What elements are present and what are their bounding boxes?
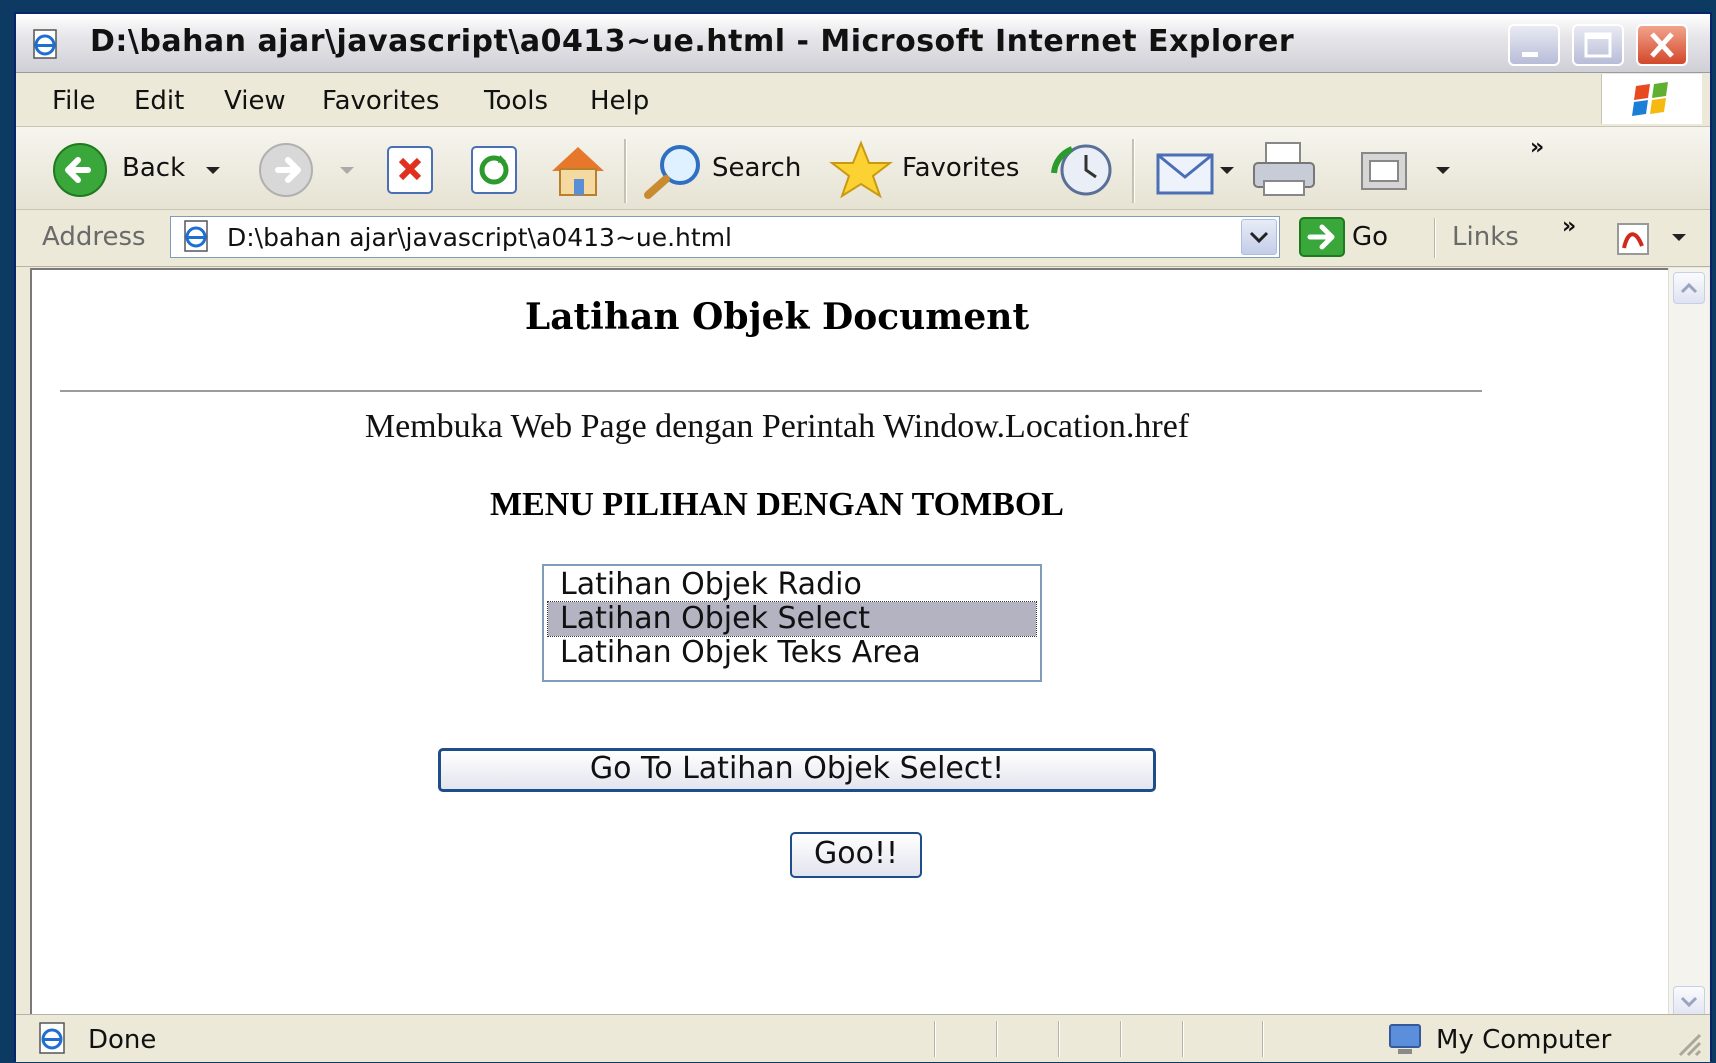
status-separator (1120, 1021, 1122, 1057)
back-button[interactable] (50, 143, 110, 201)
go-arrow-icon (1299, 217, 1345, 257)
listbox-option[interactable]: Latihan Objek Radio (548, 568, 1036, 602)
print-button[interactable] (1250, 141, 1320, 203)
edit-dropdown-icon[interactable] (1436, 167, 1450, 174)
address-dropdown-button[interactable] (1241, 219, 1277, 255)
search-label[interactable]: Search (712, 153, 801, 183)
edit-window-icon (1361, 152, 1407, 190)
listbox-option-selected[interactable]: Latihan Objek Select (547, 601, 1037, 637)
links-overflow-icon[interactable]: » (1562, 214, 1576, 239)
home-icon (552, 147, 604, 196)
go-label[interactable]: Go (1352, 222, 1388, 252)
address-label: Address (42, 222, 146, 252)
refresh-icon (471, 146, 517, 194)
menu-edit[interactable]: Edit (134, 86, 184, 116)
go-button[interactable] (1298, 216, 1346, 262)
windows-flag-icon (1632, 82, 1668, 116)
page-icon (184, 220, 208, 252)
status-separator (1058, 1021, 1060, 1057)
maximize-button[interactable] (1572, 24, 1624, 66)
toolbar-overflow-icon[interactable]: » (1530, 135, 1544, 160)
computer-icon (1389, 1024, 1421, 1054)
address-input[interactable]: D:\bahan ajar\javascript\a0413~ue.html (170, 216, 1280, 258)
forward-arrow-icon (259, 143, 313, 197)
scroll-up-button[interactable] (1673, 272, 1705, 304)
address-bar: Address D:\bahan ajar\javascript\a0413~u… (16, 210, 1710, 267)
back-arrow-icon (53, 143, 107, 197)
page-listbox[interactable]: Latihan Objek Radio Latihan Objek Select… (542, 564, 1042, 682)
status-separator (934, 1021, 936, 1057)
maximize-icon (1584, 32, 1612, 58)
favorites-button[interactable] (828, 139, 894, 203)
history-button[interactable] (1050, 141, 1116, 203)
printer-icon (1253, 142, 1315, 196)
ie-page-icon (33, 29, 57, 59)
page-viewport: Latihan Objek Document Membuka Web Page … (30, 268, 1668, 1024)
security-zone: My Computer (1436, 1025, 1612, 1055)
pdf-button[interactable] (1614, 218, 1664, 262)
chevron-up-icon (1680, 282, 1698, 294)
toolbar-separator (1132, 139, 1135, 203)
close-button[interactable] (1636, 24, 1688, 66)
status-separator (1182, 1021, 1184, 1057)
page-subtitle: Membuka Web Page dengan Perintah Window.… (364, 408, 1190, 445)
minimize-button[interactable] (1508, 24, 1560, 66)
search-icon (644, 145, 700, 199)
toolbar-separator (624, 139, 627, 203)
pdf-dropdown-icon[interactable] (1672, 234, 1686, 241)
menu-file[interactable]: File (52, 86, 96, 116)
ie-status-icon (39, 1022, 65, 1054)
home-button[interactable] (546, 141, 610, 203)
menu-tools[interactable]: Tools (484, 86, 548, 116)
close-icon (1650, 32, 1674, 58)
horizontal-rule (60, 390, 1482, 392)
back-label[interactable]: Back (122, 153, 185, 183)
search-button[interactable] (642, 141, 708, 203)
status-separator (996, 1021, 998, 1057)
status-separator (1262, 1021, 1264, 1057)
back-dropdown-icon[interactable] (206, 167, 220, 174)
listbox-option[interactable]: Latihan Objek Teks Area (548, 636, 1036, 670)
goo-button[interactable]: Goo!! (790, 832, 922, 878)
menu-bar: File Edit View Favorites Tools Help (16, 74, 1710, 127)
vertical-scrollbar[interactable] (1668, 268, 1709, 1024)
chevron-down-icon (1680, 996, 1698, 1008)
menu-view[interactable]: View (224, 86, 286, 116)
mail-button[interactable] (1154, 145, 1216, 201)
window-title: D:\bahan ajar\javascript\a0413~ue.html -… (90, 24, 1295, 59)
windows-logo (1601, 74, 1702, 124)
forward-button[interactable] (256, 143, 316, 201)
resize-grip-icon[interactable] (1674, 1029, 1704, 1059)
stop-button[interactable] (386, 145, 436, 199)
go-to-button[interactable]: Go To Latihan Objek Select! (438, 748, 1156, 792)
page-title: Latihan Objek Document (524, 296, 1030, 338)
menu-favorites[interactable]: Favorites (322, 86, 439, 116)
history-icon (1051, 144, 1112, 196)
forward-dropdown-icon[interactable] (340, 167, 354, 174)
minimize-icon (1522, 52, 1538, 57)
mail-icon (1156, 153, 1214, 195)
menu-help[interactable]: Help (590, 86, 649, 116)
browser-window: D:\bahan ajar\javascript\a0413~ue.html -… (14, 12, 1712, 1062)
address-url[interactable]: D:\bahan ajar\javascript\a0413~ue.html (227, 223, 732, 252)
address-separator (1434, 218, 1436, 258)
favorites-label[interactable]: Favorites (902, 153, 1019, 183)
links-label[interactable]: Links (1452, 222, 1519, 252)
edit-button[interactable] (1360, 149, 1408, 197)
favorites-star-icon (829, 140, 893, 199)
pdf-icon (1617, 223, 1649, 255)
refresh-button[interactable] (470, 145, 520, 199)
title-bar[interactable]: D:\bahan ajar\javascript\a0413~ue.html -… (16, 14, 1710, 73)
stop-icon (387, 146, 433, 194)
menu-heading: MENU PILIHAN DENGAN TOMBOL (490, 486, 1064, 523)
status-text: Done (88, 1025, 157, 1055)
status-bar: Done My Computer (16, 1014, 1710, 1062)
standard-toolbar: Back Search Favorites » (16, 127, 1710, 210)
chevron-down-icon (1249, 231, 1269, 244)
mail-dropdown-icon[interactable] (1220, 167, 1234, 174)
